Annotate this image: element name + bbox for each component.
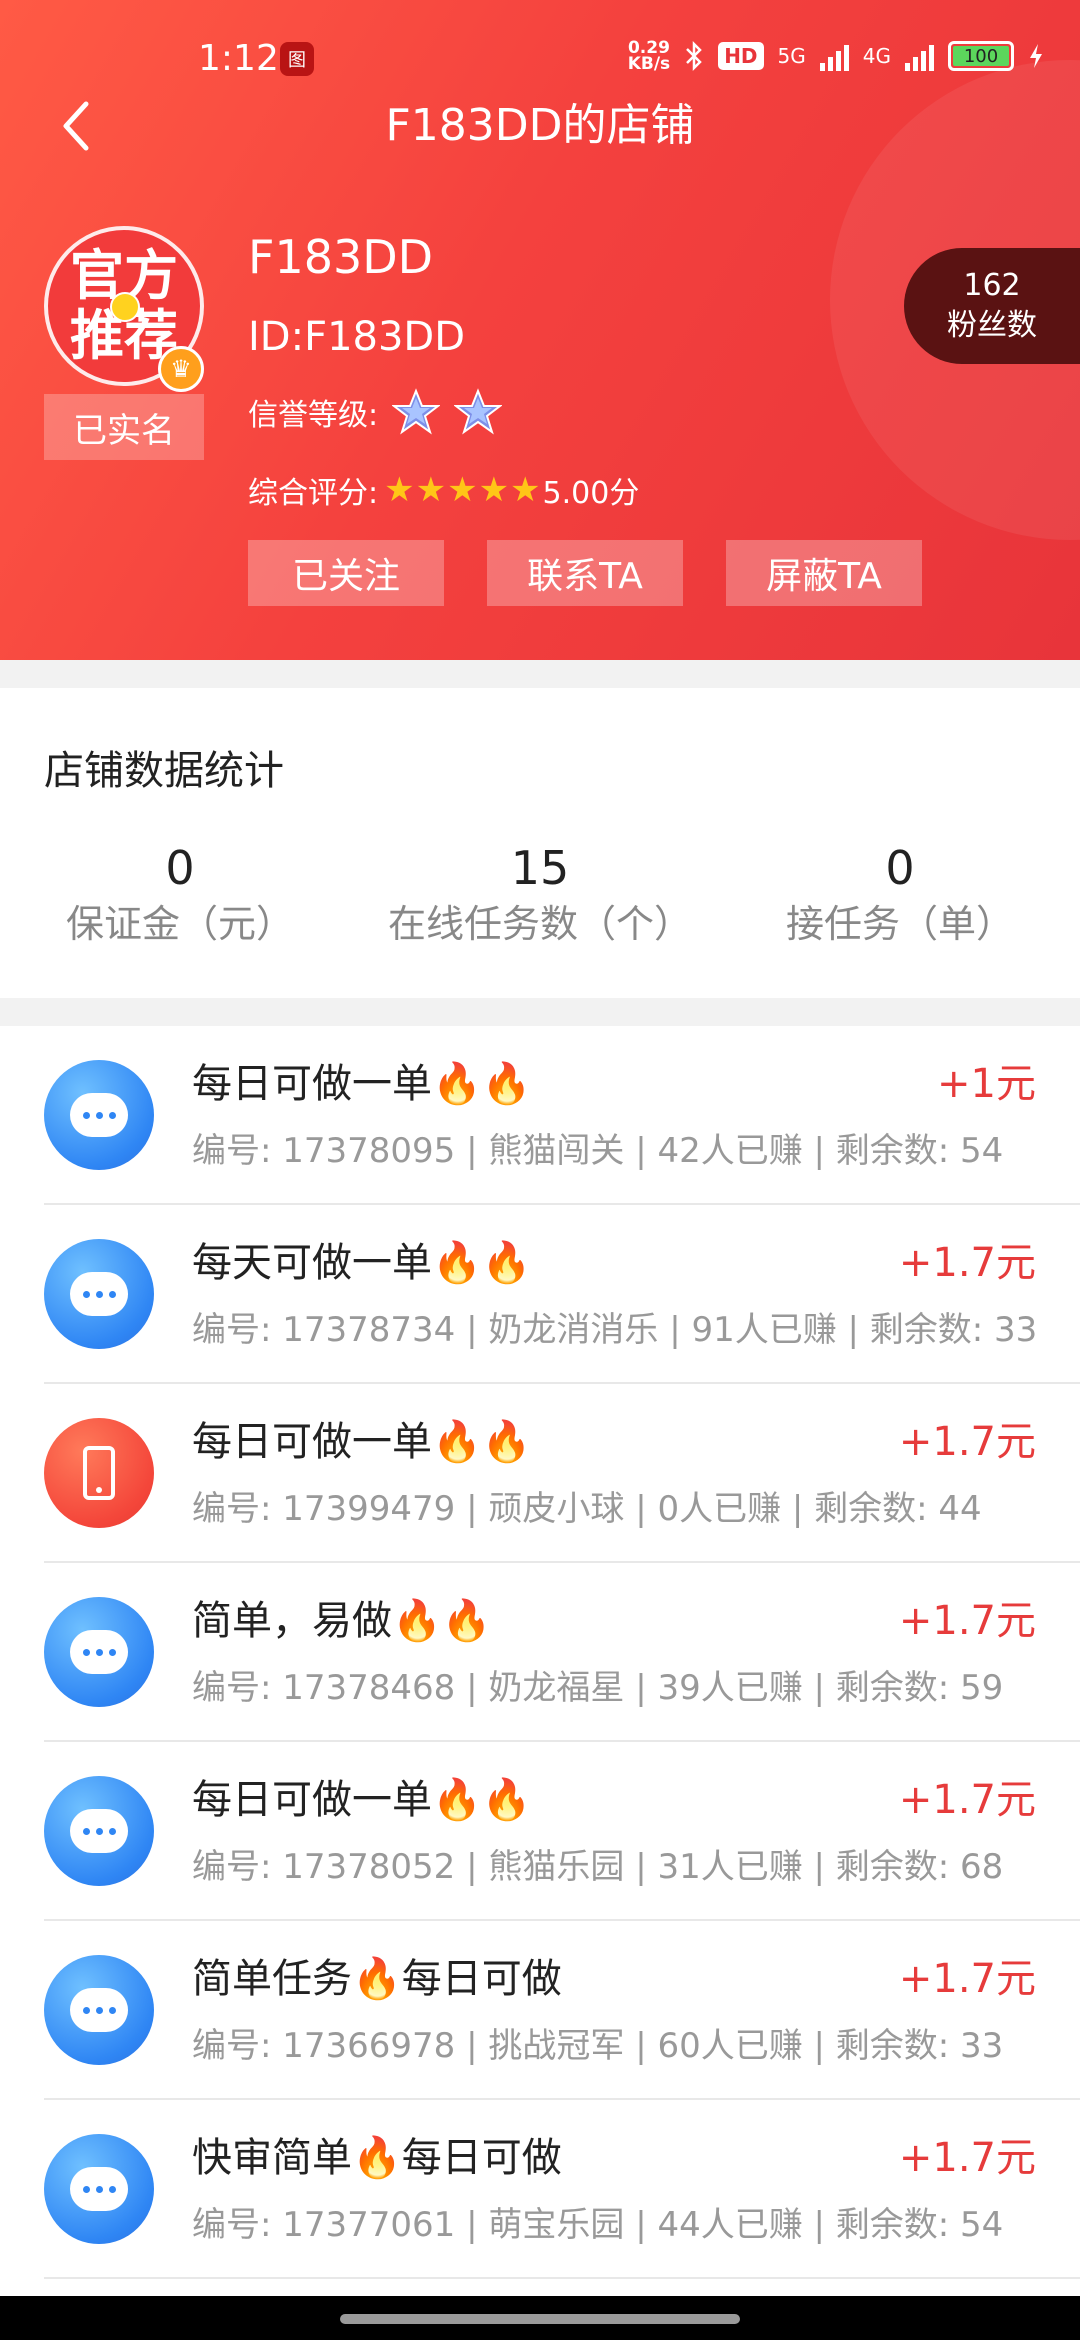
rating-stars: ★ ★ ★ ★ ★ <box>384 473 540 507</box>
task-reward: +1.7元 <box>898 1598 1036 1644</box>
shop-name: F183DD <box>248 230 434 284</box>
task-title: 简单任务🔥每日可做 <box>192 1956 562 2002</box>
smile-icon <box>110 292 140 322</box>
chat-icon <box>44 1776 154 1886</box>
task-reward: +1.7元 <box>898 1956 1036 2002</box>
task-meta: 编号: 17378734 | 奶龙消消乐 | 91人已赚 | 剩余数: 33 <box>192 1310 1038 1350</box>
task-reward: +1.7元 <box>898 2135 1036 2181</box>
task-title: 快审简单🔥每日可做 <box>192 2135 562 2181</box>
task-title: 每日可做一单🔥🔥 <box>192 1061 532 1107</box>
task-meta: 编号: 17378095 | 熊猫闯关 | 42人已赚 | 剩余数: 54 <box>192 1131 1004 1171</box>
task-list-item[interactable]: 简单，易做🔥🔥 编号: 17378468 | 奶龙福星 | 39人已赚 | 剩余… <box>0 1563 1080 1742</box>
stats-title: 店铺数据统计 <box>44 748 284 794</box>
task-reward: +1元 <box>937 1061 1036 1107</box>
stat-label: 保证金（元） <box>65 902 294 946</box>
task-title: 简单，易做🔥🔥 <box>192 1598 492 1644</box>
chat-icon <box>44 1060 154 1170</box>
charging-icon <box>1030 44 1042 68</box>
chat-icon <box>44 1597 154 1707</box>
task-meta: 编号: 17399479 | 顽皮小球 | 0人已赚 | 剩余数: 44 <box>192 1489 982 1529</box>
task-title: 每日可做一单🔥🔥 <box>192 1419 532 1465</box>
shop-stats-panel: 店铺数据统计 0 保证金（元） 15 在线任务数（个） 0 接任务（单） <box>0 688 1080 998</box>
task-meta: 编号: 17366978 | 挑战冠军 | 60人已赚 | 剩余数: 33 <box>192 2026 1004 2066</box>
task-list-item[interactable]: 每日可做一单🔥🔥 编号: 17399479 | 顽皮小球 | 0人已赚 | 剩余… <box>0 1384 1080 1563</box>
contact-button[interactable]: 联系TA <box>487 540 683 606</box>
task-meta: 编号: 17378052 | 熊猫乐园 | 31人已赚 | 剩余数: 68 <box>192 1847 1004 1887</box>
stat-label: 接任务（单） <box>785 902 1014 946</box>
network-5g-label: 5G <box>777 44 806 68</box>
chat-icon <box>44 1239 154 1349</box>
rating-value: 5.00分 <box>542 476 640 511</box>
fans-count: 162 <box>963 268 1021 303</box>
rating-label: 综合评分: <box>248 476 379 511</box>
shop-header: 1:12 图 0.29 KB/s HD 5G 4G 100 F183DD的店铺 … <box>0 0 1080 660</box>
rating-star-icon: ★ <box>384 470 415 510</box>
credit-star-icon <box>454 388 503 435</box>
chat-icon <box>44 2134 154 2244</box>
verified-badge: 已实名 <box>44 394 204 460</box>
rating-star-icon: ★ <box>447 470 478 510</box>
battery-level: 100 <box>953 46 1009 67</box>
task-reward: +1.7元 <box>898 1777 1036 1823</box>
task-list-item[interactable]: 简单任务🔥每日可做 编号: 17366978 | 挑战冠军 | 60人已赚 | … <box>0 1921 1080 2100</box>
stat-value: 0 <box>885 841 915 895</box>
fans-count-badge[interactable]: 162 粉丝数 <box>904 248 1080 364</box>
crown-icon: ♛ <box>158 346 204 392</box>
home-indicator[interactable] <box>340 2314 740 2324</box>
task-meta: 编号: 17378468 | 奶龙福星 | 39人已赚 | 剩余数: 59 <box>192 1668 1004 1708</box>
rating-row: 综合评分: ★ ★ ★ ★ ★ 5.00分 <box>248 468 639 512</box>
signal-5g-icon <box>819 41 849 71</box>
task-meta: 编号: 17377061 | 萌宝乐园 | 44人已赚 | 剩余数: 54 <box>192 2205 1004 2245</box>
notification-icon: 图 <box>280 42 314 76</box>
task-reward: +1.7元 <box>898 1240 1036 1286</box>
shop-page: 1:12 图 0.29 KB/s HD 5G 4G 100 F183DD的店铺 … <box>0 0 1080 2340</box>
stat-value: 0 <box>165 841 195 895</box>
credit-level-label: 信誉等级: <box>248 398 379 433</box>
shop-id: ID:F183DD <box>248 314 466 360</box>
network-4g-label: 4G <box>862 44 891 68</box>
rating-star-icon: ★ <box>510 470 541 510</box>
signal-4g-icon <box>905 41 934 71</box>
battery-icon: 100 <box>948 41 1014 71</box>
stat-deposit: 0 保证金（元） <box>0 838 360 950</box>
bluetooth-icon <box>686 40 702 72</box>
block-button[interactable]: 屏蔽TA <box>726 540 922 606</box>
task-list-item[interactable]: 每日可做一单🔥🔥 编号: 17378052 | 熊猫乐园 | 31人已赚 | 剩… <box>0 1742 1080 1921</box>
stat-value: 15 <box>510 841 570 895</box>
network-speed-unit: KB/s <box>627 54 671 74</box>
task-list-item[interactable]: 每日可做一单🔥🔥 编号: 17378095 | 熊猫闯关 | 42人已赚 | 剩… <box>0 1026 1080 1205</box>
task-list-item[interactable]: 快审简单🔥每日可做 编号: 17377061 | 萌宝乐园 | 44人已赚 | … <box>0 2100 1080 2279</box>
network-speed: 0.29 KB/s <box>627 40 671 74</box>
chat-icon <box>44 1955 154 2065</box>
task-title: 每天可做一单🔥🔥 <box>192 1240 532 1286</box>
status-time: 1:12 <box>198 38 279 79</box>
task-list: 每日可做一单🔥🔥 编号: 17378095 | 熊猫闯关 | 42人已赚 | 剩… <box>0 1026 1080 2296</box>
status-right-group: 0.29 KB/s HD 5G 4G 100 <box>627 40 1044 74</box>
divider <box>44 2277 1080 2279</box>
fans-label: 粉丝数 <box>947 308 1037 343</box>
task-reward: +1.7元 <box>898 1419 1036 1465</box>
hd-voice-icon: HD <box>718 42 764 70</box>
stat-label: 在线任务数（个） <box>387 902 692 946</box>
rating-star-icon: ★ <box>478 470 510 510</box>
task-title: 每日可做一单🔥🔥 <box>192 1777 532 1823</box>
task-list-item[interactable]: 每天可做一单🔥🔥 编号: 17378734 | 奶龙消消乐 | 91人已赚 | … <box>0 1205 1080 1384</box>
phone-icon <box>44 1418 154 1528</box>
credit-level-row: 信誉等级: <box>248 388 503 436</box>
page-title: F183DD的店铺 <box>385 100 695 151</box>
stat-accepted-tasks: 0 接任务（单） <box>720 838 1080 950</box>
stat-online-tasks: 15 在线任务数（个） <box>360 838 720 950</box>
credit-star-icon <box>392 388 441 435</box>
follow-button[interactable]: 已关注 <box>248 540 444 606</box>
rating-star-icon: ★ <box>415 470 447 510</box>
